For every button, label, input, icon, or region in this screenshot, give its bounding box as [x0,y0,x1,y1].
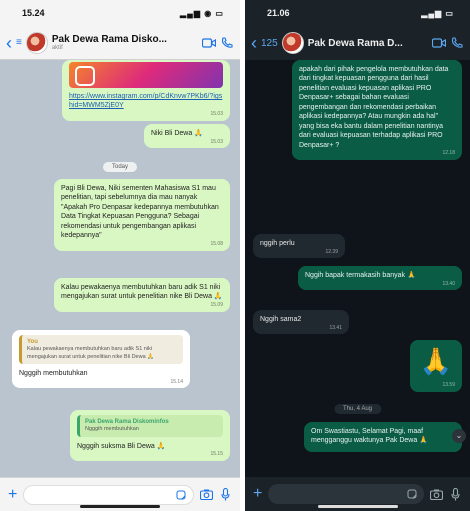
quoted-sender: You [27,339,38,345]
status-time: 15.24 [22,8,45,18]
unread-count[interactable]: 125 [261,38,278,49]
video-call-icon[interactable] [432,37,446,49]
quoted-message[interactable]: Pak Dewa Rama Diskominfos Ngggih membutu… [77,415,223,437]
phone-call-icon[interactable] [450,37,464,49]
day-separator: Today [102,162,138,172]
message-bubble-out[interactable]: 🙏 13.59 [410,340,462,392]
avatar[interactable] [25,31,48,54]
quoted-message[interactable]: You Kalau pewakaenya membutuhkan baru ad… [19,335,183,364]
message-input[interactable] [268,484,424,504]
chat-header: ‹ ≡ Pak Dewa Rama Disko... aktif [0,26,240,60]
message-text: Nggih sama2 [260,316,302,323]
quoted-text: Kalau pewakaenya membutuhkan baru adik S… [27,346,155,360]
message-text: Nggih bapak termakasih banyak 🙏 [305,272,416,279]
message-input-bar: + [245,477,470,511]
emoji-message: 🙏 [419,346,453,376]
home-indicator [80,505,160,508]
camera-icon[interactable] [200,488,213,501]
mic-icon[interactable] [449,487,462,501]
message-time: 15.09 [210,302,223,309]
contact-title[interactable]: Pak Dewa Rama D... [308,38,428,49]
message-text: Niki Bli Dewa 🙏 [151,130,203,137]
status-bar: 21.06 ▂▄▆ ▭ [245,0,470,26]
phone-call-icon[interactable] [220,36,234,49]
chat-header: ‹ 125 Pak Dewa Rama D... [245,26,470,60]
message-time: 15.14 [170,378,183,385]
message-time: 12.18 [442,150,455,157]
plus-icon[interactable]: + [8,486,17,503]
contact-name: Pak Dewa Rama D... [307,37,403,49]
instagram-preview-image[interactable] [69,62,223,88]
camera-icon[interactable] [430,488,443,501]
contact-name: Pak Dewa Rama Disko... [51,34,167,45]
home-indicator [317,505,398,508]
message-text: Kalau pewakaenya membutuhkan baru adik S… [61,284,223,301]
message-bubble-in[interactable]: You Kalau pewakaenya membutuhkan baru ad… [12,330,190,389]
back-icon[interactable]: ‹ [6,34,12,52]
message-time: 15.15 [210,451,223,458]
right-phone-screenshot: 21.06 ▂▄▆ ▭ ‹ 125 Pak Dewa Rama D... apa… [245,0,470,511]
message-text: Pagi Bli Dewa, Niki sementen Mahasiswa S… [61,185,219,240]
message-text: Ngggih suksma Bli Dewa 🙏 [77,442,166,450]
sticker-icon[interactable] [405,488,418,501]
message-time: 13.59 [442,382,455,389]
message-bubble-in[interactable]: nggih perlu 12.39 [253,234,345,259]
message-time: 13.41 [329,324,342,331]
day-separator: Thu, 4 Aug [333,404,382,414]
message-bubble-out[interactable]: apakah dari pihak pengelola membutuhkan … [292,60,462,160]
back-menu-icon[interactable]: ≡ [16,37,22,48]
message-time: 15.03 [210,138,223,145]
plus-icon[interactable]: + [253,486,262,502]
message-text: Ngggih membutuhkan [19,369,88,377]
message-time: 12.39 [325,248,338,255]
message-bubble-out[interactable]: Om Swastiastu, Selamat Pagi, maaf mengga… [304,422,462,452]
avatar[interactable] [281,32,304,54]
video-call-icon[interactable] [202,37,216,49]
status-time: 21.06 [267,8,290,18]
message-time: 13.40 [442,280,455,287]
scroll-down-button[interactable]: ⌄ [452,429,466,443]
message-bubble-out[interactable]: Niki Bli Dewa 🙏 15.03 [144,124,230,149]
quoted-sender: Pak Dewa Rama Diskominfos [85,419,169,425]
message-time: 15.08 [210,240,223,247]
contact-status: aktif [51,45,63,51]
chat-area[interactable]: apakah dari pihak pengelola membutuhkan … [245,60,470,477]
mic-icon[interactable] [219,488,232,501]
sticker-icon[interactable] [174,488,187,501]
contact-title[interactable]: Pak Dewa Rama Disko... aktif [52,34,198,51]
message-input-bar: + [0,477,240,511]
message-bubble-in[interactable]: Nggih sama2 13.41 [253,310,349,335]
message-text: apakah dari pihak pengelola membutuhkan … [299,66,449,149]
left-phone-screenshot: 15.24 ▂▄▆ ◉ ▭ ‹ ≡ Pak Dewa Rama Disko...… [0,0,240,511]
message-time: 15.03 [210,111,223,118]
message-link[interactable]: https://www.instagram.com/p/CdKnvw7PKb6/… [69,92,223,111]
message-text: nggih perlu [260,240,295,247]
signal-battery-icon: ▂▄▆ ◉ ▭ [180,8,224,18]
message-text: Om Swastiastu, Selamat Pagi, maaf mengga… [311,428,428,445]
quoted-text: Ngggih membutuhkan [85,426,139,433]
message-bubble-out[interactable]: Kalau pewakaenya membutuhkan baru adik S… [54,278,230,312]
status-bar: 15.24 ▂▄▆ ◉ ▭ [0,0,240,26]
message-bubble-out[interactable]: https://www.instagram.com/p/CdKnvw7PKb6/… [62,60,230,121]
message-bubble-out[interactable]: Pagi Bli Dewa, Niki sementen Mahasiswa S… [54,179,230,251]
message-bubble-out[interactable]: Nggih bapak termakasih banyak 🙏 13.40 [298,266,462,291]
message-input[interactable] [23,484,194,505]
message-bubble-out[interactable]: Pak Dewa Rama Diskominfos Ngggih membutu… [70,410,230,461]
signal-battery-icon: ▂▄▆ ▭ [421,8,454,18]
back-icon[interactable]: ‹ [251,34,257,52]
chat-area[interactable]: https://www.instagram.com/p/CdKnvw7PKb6/… [0,60,240,477]
